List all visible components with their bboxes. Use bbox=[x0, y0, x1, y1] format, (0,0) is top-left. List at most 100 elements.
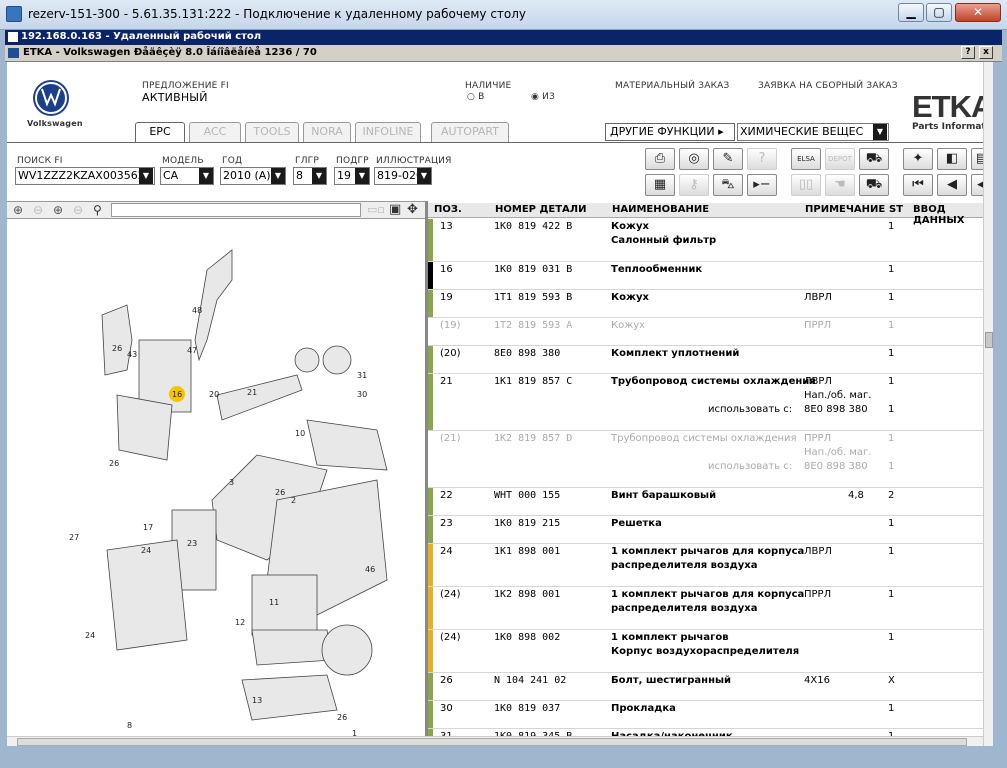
tab-tools[interactable]: TOOLS bbox=[245, 122, 299, 142]
cell-pos: 19 bbox=[440, 292, 453, 303]
prev-page-icon[interactable]: ◀ bbox=[937, 174, 967, 196]
print-icon[interactable]: ⎙ bbox=[645, 148, 675, 170]
cell-name: Кожух bbox=[611, 221, 649, 232]
table-row[interactable]: (24) 1K0 898 002 1 комплект рычагов Корпус … bbox=[428, 630, 993, 673]
stock-in-radio[interactable]: ○ В bbox=[467, 92, 485, 102]
zoom-out-icon[interactable]: ⊖ bbox=[33, 203, 43, 217]
cell-st: 1 bbox=[888, 461, 895, 472]
table-row[interactable]: 16 1K0 819 031 B Теплообменник 1 bbox=[428, 262, 993, 290]
depot-icon[interactable]: DEPOT bbox=[825, 148, 855, 170]
search-icon[interactable]: ⚲ bbox=[93, 203, 102, 217]
col-name[interactable]: НАИМЕНОВАНИЕ bbox=[612, 204, 709, 215]
col-st[interactable]: ST bbox=[889, 204, 903, 215]
search-dropdown-icon[interactable]: ▼ bbox=[139, 168, 153, 184]
cell-st: 1 bbox=[888, 546, 895, 557]
chemicals-select[interactable]: ХИМИЧЕСКИЕ ВЕЩЕС bbox=[737, 123, 889, 141]
page-back-icon[interactable]: ◧ bbox=[937, 148, 967, 170]
car-icon[interactable]: ⛍ bbox=[713, 174, 743, 196]
table-row[interactable]: 13 1K0 819 422 B Кожух Салонный фильтр 1 bbox=[428, 219, 993, 262]
tabs-divider bbox=[7, 142, 993, 143]
row-status-bar bbox=[428, 673, 433, 700]
query-icon[interactable]: ? bbox=[747, 148, 777, 170]
etka-close-button[interactable]: x bbox=[979, 46, 993, 59]
zoom-fit-icon[interactable]: ⊕ bbox=[53, 203, 63, 217]
tab-acc[interactable]: ACC bbox=[189, 122, 241, 142]
callout-48: 48 bbox=[192, 306, 202, 315]
elsa-icon[interactable]: ELSA bbox=[791, 148, 821, 170]
help-button[interactable]: ? bbox=[961, 46, 975, 59]
callout-12: 12 bbox=[235, 618, 245, 627]
table-row[interactable]: 24 1K1 898 001 1 комплект рычагов для корп… bbox=[428, 544, 993, 587]
tab-epc[interactable]: EPC bbox=[135, 122, 185, 143]
hand-icon[interactable]: ☚ bbox=[825, 174, 855, 196]
assembly-order-link[interactable]: ЗАЯВКА НА СБОРНЫЙ ЗАКАЗ bbox=[758, 81, 898, 91]
window-icon[interactable]: ▣ bbox=[389, 202, 401, 217]
horizontal-scroll-thumb[interactable] bbox=[17, 738, 967, 746]
search-input[interactable]: WV1ZZZ2KZAX003562 bbox=[15, 167, 155, 185]
horizontal-scrollbar[interactable] bbox=[7, 736, 983, 746]
etka-logo: ETKA bbox=[912, 89, 993, 124]
minus-arrow-icon[interactable]: ▸− bbox=[747, 174, 777, 196]
cell-num: 1K0 898 002 bbox=[494, 632, 561, 643]
cell-name: Корпус воздухораспределителя bbox=[611, 646, 800, 657]
cell-num: 1K2 898 001 bbox=[494, 589, 561, 600]
cell-num: 1K0 819 037 bbox=[494, 703, 561, 714]
illustration-dropdown-icon[interactable]: ▼ bbox=[417, 168, 431, 184]
material-order-link[interactable]: МАТЕРИАЛЬНЫЙ ЗАКАЗ bbox=[615, 81, 730, 91]
filter-12 bbox=[251, 574, 318, 636]
col-note[interactable]: ПРИМЕЧАНИЕ bbox=[805, 204, 885, 215]
cell-num: 1K1 819 857 C bbox=[494, 376, 573, 387]
table-row[interactable]: 26 N 104 241 02 Болт, шестигранный 4X16 X bbox=[428, 673, 993, 701]
maximize-button[interactable]: ▢ bbox=[926, 3, 952, 22]
tab-autopart[interactable]: AUTOPART bbox=[431, 122, 509, 142]
zoom-reset-icon[interactable]: ⊖ bbox=[73, 203, 83, 217]
table-row[interactable]: 22 WHT 000 155 Винт барашковый 4,8 2 bbox=[428, 488, 993, 516]
cell-name: распределителя воздуха bbox=[611, 603, 758, 614]
stock-out-radio[interactable]: ◉ ИЗ bbox=[531, 92, 555, 102]
search-label: ПОИСК FI bbox=[17, 156, 63, 166]
table-row[interactable]: 30 1K0 819 037 Прокладка 1 bbox=[428, 701, 993, 729]
table-row[interactable]: (20) 8E0 898 380 Комплект уплотнений 1 bbox=[428, 346, 993, 374]
vertical-scroll-thumb[interactable] bbox=[985, 332, 993, 348]
tab-nora[interactable]: NORA bbox=[303, 122, 351, 142]
table-row[interactable]: (21) 1K2 819 857 D Трубопровод системы охл… bbox=[428, 431, 993, 488]
image-search-input[interactable] bbox=[111, 203, 361, 217]
cell-pos: (24) bbox=[440, 632, 461, 643]
split-icon[interactable]: ▭▫ bbox=[367, 203, 385, 216]
key-icon[interactable]: ⚷ bbox=[679, 174, 709, 196]
col-number[interactable]: НОМЕР ДЕТАЛИ bbox=[495, 204, 586, 215]
disc-icon[interactable]: ◎ bbox=[679, 148, 709, 170]
group-dropdown-icon[interactable]: ▼ bbox=[312, 168, 326, 184]
table-row[interactable]: (19) 1T2 819 593 A Кожух ПРРЛ 1 bbox=[428, 318, 993, 346]
col-pos[interactable]: ПОЗ. bbox=[434, 204, 462, 215]
list-icon[interactable]: ▦ bbox=[645, 174, 675, 196]
image-toolbar: ⊕ ⊖ ⊕ ⊖ ⚲ ▭▫ ▣ ✥ bbox=[7, 201, 425, 219]
cart-icon[interactable]: ⛟ bbox=[859, 148, 889, 170]
etka-app-icon bbox=[8, 48, 19, 58]
cart-add-icon[interactable]: ⛟ bbox=[859, 174, 889, 196]
row-status-bar bbox=[428, 630, 433, 672]
close-button[interactable]: ✕ bbox=[955, 3, 1001, 22]
group-label: ГЛГР bbox=[295, 156, 319, 166]
model-dropdown-icon[interactable]: ▼ bbox=[199, 168, 213, 184]
tab-infoline[interactable]: INFOLINE bbox=[355, 122, 421, 142]
subgroup-dropdown-icon[interactable]: ▼ bbox=[355, 168, 369, 184]
table-row[interactable]: (24) 1K2 898 001 1 комплект рычагов для ко… bbox=[428, 587, 993, 630]
table-row[interactable]: 19 1T1 819 593 B Кожух ЛВРЛ 1 bbox=[428, 290, 993, 318]
table-row[interactable]: 23 1K0 819 215 Решетка 1 bbox=[428, 516, 993, 544]
row-status-bar bbox=[428, 262, 433, 289]
move-icon[interactable]: ✥ bbox=[407, 202, 418, 217]
service-icon[interactable]: ✎ bbox=[713, 148, 743, 170]
chevron-down-icon[interactable]: ▼ bbox=[873, 124, 887, 140]
first-page-icon[interactable]: ⏮ bbox=[903, 174, 933, 196]
year-dropdown-icon[interactable]: ▼ bbox=[271, 168, 285, 184]
vertical-scrollbar[interactable] bbox=[983, 62, 993, 746]
pin-icon[interactable]: ✦ bbox=[903, 148, 933, 170]
zoom-in-icon[interactable]: ⊕ bbox=[13, 203, 23, 217]
table-row[interactable]: 21 1K1 819 857 C Трубопровод системы охлаж… bbox=[428, 374, 993, 431]
compare-icon[interactable]: ▯▯ bbox=[791, 174, 821, 196]
other-functions-button[interactable]: ДРУГИЕ ФУНКЦИИ ▸ bbox=[605, 123, 735, 141]
cell-st: 1 bbox=[888, 433, 895, 444]
minimize-button[interactable]: ▁ bbox=[898, 3, 924, 22]
remote-session-bar: 192.168.0.163 - Удаленный рабочий стол bbox=[5, 30, 1002, 45]
